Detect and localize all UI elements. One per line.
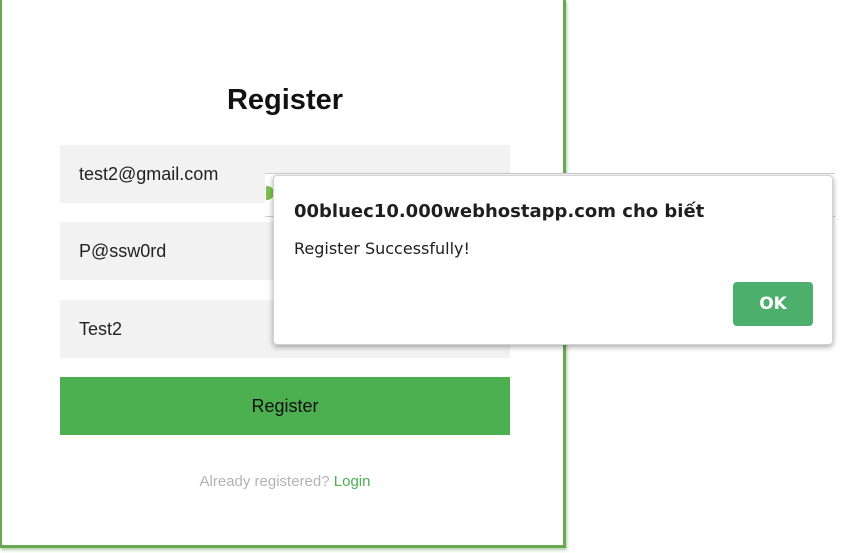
form-title: Register — [226, 84, 344, 116]
login-prompt-text: Already registered? — [199, 473, 330, 490]
login-link[interactable]: Login — [334, 473, 371, 490]
password-field-value: P@ssw0rd — [79, 240, 167, 261]
alert-dialog-message: Register Successfully! — [294, 239, 470, 258]
name-field-value: Test2 — [79, 318, 123, 339]
register-button[interactable]: Register — [60, 377, 510, 435]
ok-button[interactable]: OK — [733, 282, 813, 326]
login-prompt: Already registered? Login — [2, 473, 568, 490]
alert-dialog: 00bluec10.000webhostapp.com cho biết Reg… — [273, 175, 833, 345]
email-field-value: test2@gmail.com — [79, 163, 219, 184]
page: Register test2@gmail.com P@ssw0rd Test2 … — [0, 0, 842, 553]
alert-dialog-title: 00bluec10.000webhostapp.com cho biết — [294, 201, 705, 222]
